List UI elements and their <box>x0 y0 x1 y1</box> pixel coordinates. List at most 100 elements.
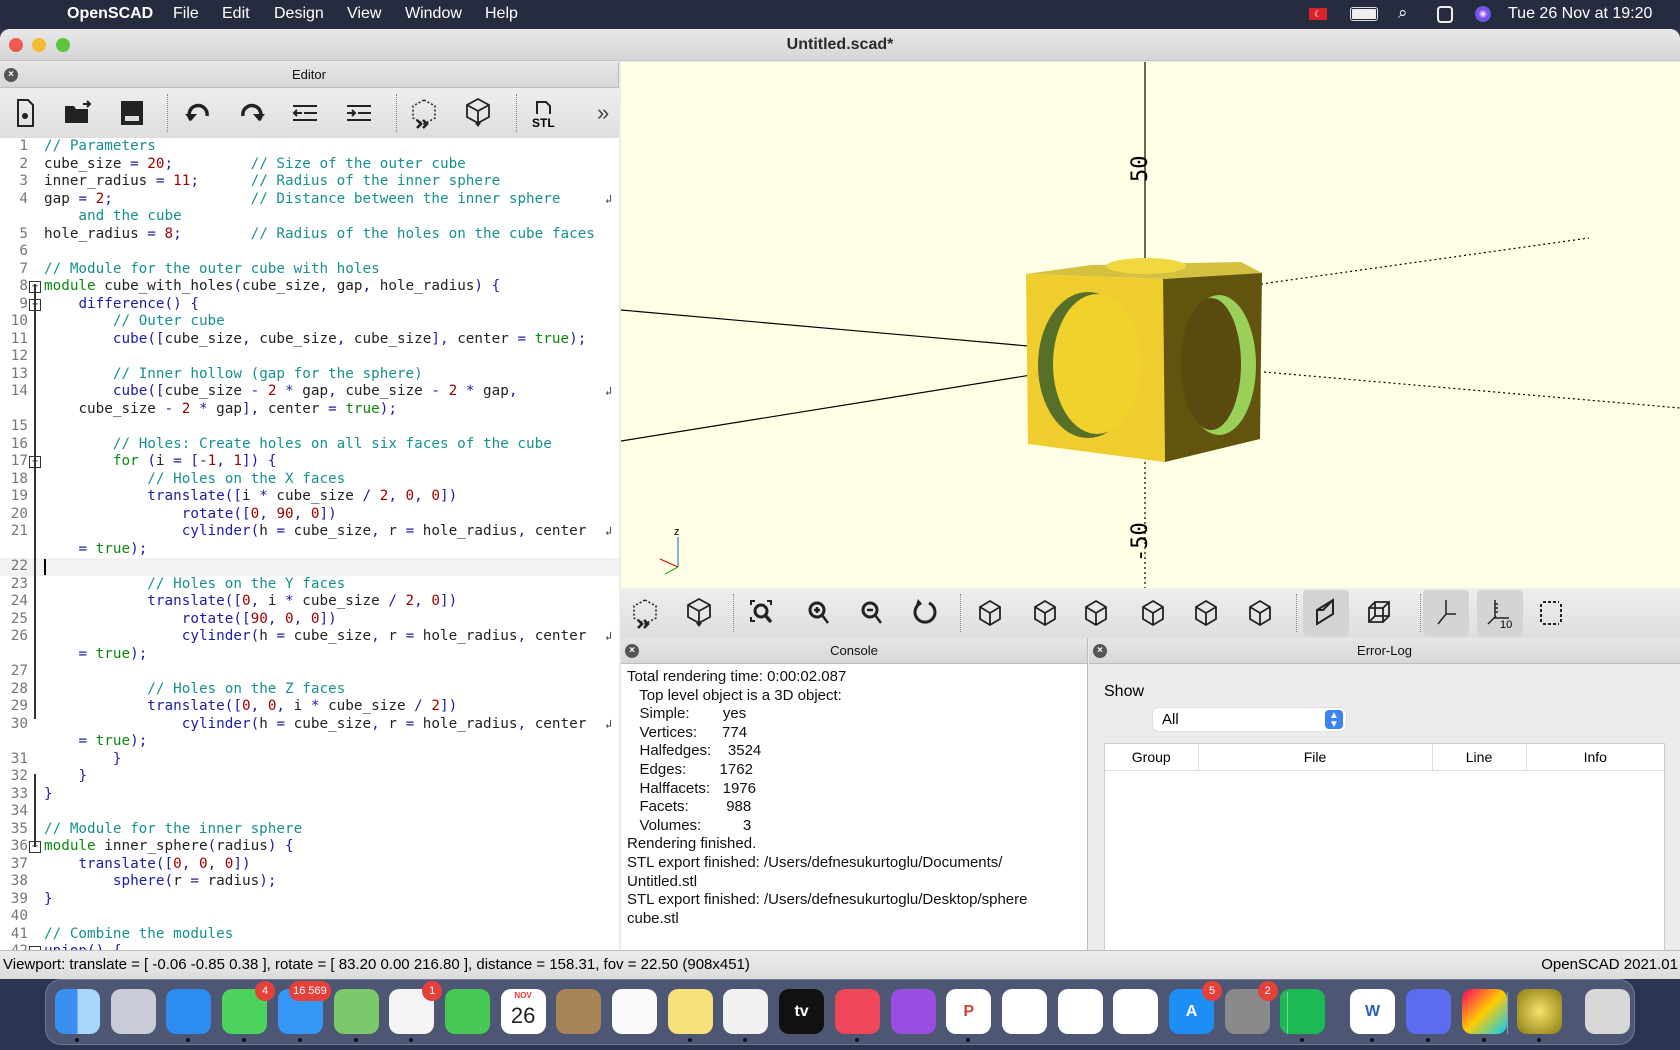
code-line[interactable]: 32 } <box>0 768 619 786</box>
turkish-flag-icon[interactable]: ☾ <box>1309 8 1327 20</box>
dock-launchpad-icon[interactable] <box>110 989 156 1034</box>
export-stl-button[interactable]: STL <box>521 90 567 136</box>
code-line[interactable]: 30 cylinder(h = cube_size, r = hole_radi… <box>0 716 619 734</box>
dock-music-icon[interactable] <box>834 989 880 1034</box>
view-back-button[interactable] <box>1237 590 1283 636</box>
dock-chrome-icon[interactable] <box>723 989 769 1034</box>
dock-reminders-icon[interactable] <box>612 989 657 1034</box>
dock-podcasts-icon[interactable] <box>890 989 936 1034</box>
code-line[interactable]: 24 translate([0, i * cube_size / 2, 0]) <box>0 593 619 611</box>
code-line[interactable]: 31 } <box>0 751 619 769</box>
close-editor-icon[interactable]: × <box>4 68 18 82</box>
code-line[interactable]: 5 hole_radius = 8; // Radius of the holes… <box>0 226 619 244</box>
dock-openscad-icon[interactable] <box>1517 989 1563 1034</box>
preview-button[interactable] <box>622 590 668 636</box>
code-line[interactable]: 16 // Holes: Create holes on all six fac… <box>0 436 619 454</box>
dock-safari-icon[interactable] <box>166 989 212 1034</box>
code-line[interactable]: 37 translate([0, 0, 0]) <box>0 856 619 874</box>
view-all-button[interactable] <box>740 590 786 636</box>
code-line[interactable]: 9− difference() { <box>0 296 619 314</box>
code-line[interactable]: 10 // Outer cube <box>0 313 619 331</box>
code-line[interactable]: 7 // Module for the outer cube with holes <box>0 261 619 279</box>
code-line[interactable]: 3 inner_radius = 11; // Radius of the inn… <box>0 173 619 191</box>
show-scale-markers-button[interactable]: 10 <box>1477 590 1523 636</box>
dock-keynote-icon[interactable] <box>1001 989 1047 1034</box>
dock-apple-tv-icon[interactable]: tv <box>779 989 825 1034</box>
view-right-button[interactable] <box>967 590 1013 636</box>
menu-view[interactable]: View <box>347 5 381 23</box>
control-center-icon[interactable] <box>1437 6 1453 23</box>
code-line[interactable]: 23 // Holes on the Y faces <box>0 576 619 594</box>
3d-viewport[interactable]: 50 -50 z <box>621 62 1680 588</box>
dock-contacts-icon[interactable] <box>556 989 602 1034</box>
code-line[interactable]: 8−module cube_with_holes(cube_size, gap,… <box>0 278 619 296</box>
code-line[interactable]: 20 rotate([0, 90, 0]) <box>0 506 619 524</box>
render-button[interactable] <box>455 90 501 136</box>
new-file-button[interactable] <box>2 90 48 136</box>
column-line[interactable]: Line <box>1432 744 1527 770</box>
code-line[interactable]: 14 cube([cube_size - 2 * gap, cube_size … <box>0 383 619 401</box>
dock-word-icon[interactable]: W <box>1350 989 1396 1034</box>
perspective-button[interactable] <box>1303 590 1349 636</box>
menu-help[interactable]: Help <box>485 5 518 23</box>
code-line[interactable]: 27 <box>0 663 619 681</box>
dock-maps-icon[interactable] <box>333 989 379 1034</box>
console-output[interactable]: Total rendering time: 0:00:02.087 Top le… <box>621 664 1087 950</box>
code-line[interactable]: 26 cylinder(h = cube_size, r = hole_radi… <box>0 628 619 646</box>
code-line[interactable]: 41 // Combine the modules <box>0 926 619 944</box>
code-line[interactable]: 28 // Holes on the Z faces <box>0 681 619 699</box>
code-line[interactable]: 1 // Parameters <box>0 138 619 156</box>
clock[interactable]: Tue 26 Nov at 19:20 <box>1508 5 1652 23</box>
dock-finder-icon[interactable] <box>55 989 100 1034</box>
code-line[interactable]: 25 rotate([90, 0, 0]) <box>0 611 619 629</box>
indent-button[interactable] <box>336 90 382 136</box>
dock-utility-app-icon[interactable] <box>1461 989 1507 1034</box>
close-console-icon[interactable]: × <box>625 644 639 658</box>
code-line[interactable]: 40 <box>0 908 619 926</box>
column-group[interactable]: Group <box>1105 744 1199 770</box>
code-editor[interactable]: 1 // Parameters 2 cube_size = 20; // Size o… <box>0 138 619 950</box>
code-line[interactable]: 18 // Holes on the X faces <box>0 471 619 489</box>
menu-edit[interactable]: Edit <box>222 5 250 23</box>
dock-messages-icon[interactable]: 4 <box>222 981 276 1034</box>
close-error-log-icon[interactable]: × <box>1093 644 1107 658</box>
code-line[interactable]: 34 <box>0 803 619 821</box>
code-line[interactable]: = true); <box>0 733 619 751</box>
dock-pages-icon[interactable] <box>1113 989 1159 1034</box>
dock-notes-icon[interactable] <box>667 989 713 1034</box>
code-line[interactable]: 22 <box>0 558 619 576</box>
code-line[interactable]: 6 <box>0 243 619 261</box>
dock-calendar-icon[interactable]: NOV 26 <box>500 989 546 1034</box>
menu-design[interactable]: Design <box>274 5 324 23</box>
code-line[interactable]: 13 // Inner hollow (gap for the sphere) <box>0 366 619 384</box>
code-line[interactable]: 38 sphere(r = radius); <box>0 873 619 891</box>
dock-powerpoint-icon[interactable]: P <box>946 989 992 1034</box>
dock-mail-icon[interactable]: 16 569 <box>277 981 331 1034</box>
code-line[interactable]: = true); <box>0 646 619 664</box>
dock-photos-icon[interactable]: 1 <box>389 981 443 1034</box>
show-axes-button[interactable] <box>1423 590 1469 636</box>
render-button[interactable] <box>676 590 722 636</box>
dock-facetime-icon[interactable] <box>444 989 490 1034</box>
open-file-button[interactable] <box>55 90 101 136</box>
menu-file[interactable]: File <box>173 5 199 23</box>
code-line[interactable]: 29 translate([0, 0, i * cube_size / 2]) <box>0 698 619 716</box>
zoom-in-button[interactable] <box>796 590 842 636</box>
battery-icon[interactable] <box>1350 7 1378 21</box>
menu-app-name[interactable]: OpenSCAD <box>67 5 153 23</box>
code-line[interactable]: 17− for (i = [-1, 1]) { <box>0 453 619 471</box>
spotlight-search-icon[interactable]: ⌕ <box>1398 3 1408 23</box>
siri-icon[interactable] <box>1475 6 1491 22</box>
dock-system-preferences-icon[interactable]: 2 <box>1224 981 1278 1034</box>
preview-button[interactable] <box>401 90 447 136</box>
code-line[interactable]: 4 gap = 2; // Distance between the inner … <box>0 191 619 209</box>
code-line[interactable]: 33} <box>0 786 619 804</box>
view-left-button[interactable] <box>1130 590 1176 636</box>
dock-numbers-icon[interactable] <box>1057 989 1103 1034</box>
save-file-button[interactable] <box>109 90 155 136</box>
code-line[interactable]: 39} <box>0 891 619 909</box>
code-line[interactable]: cube_size - 2 * gap], center = true); <box>0 401 619 419</box>
code-line[interactable]: 12 <box>0 348 619 366</box>
code-line[interactable]: 35 // Module for the inner sphere <box>0 821 619 839</box>
code-line[interactable]: 19 translate([i * cube_size / 2, 0, 0]) <box>0 488 619 506</box>
